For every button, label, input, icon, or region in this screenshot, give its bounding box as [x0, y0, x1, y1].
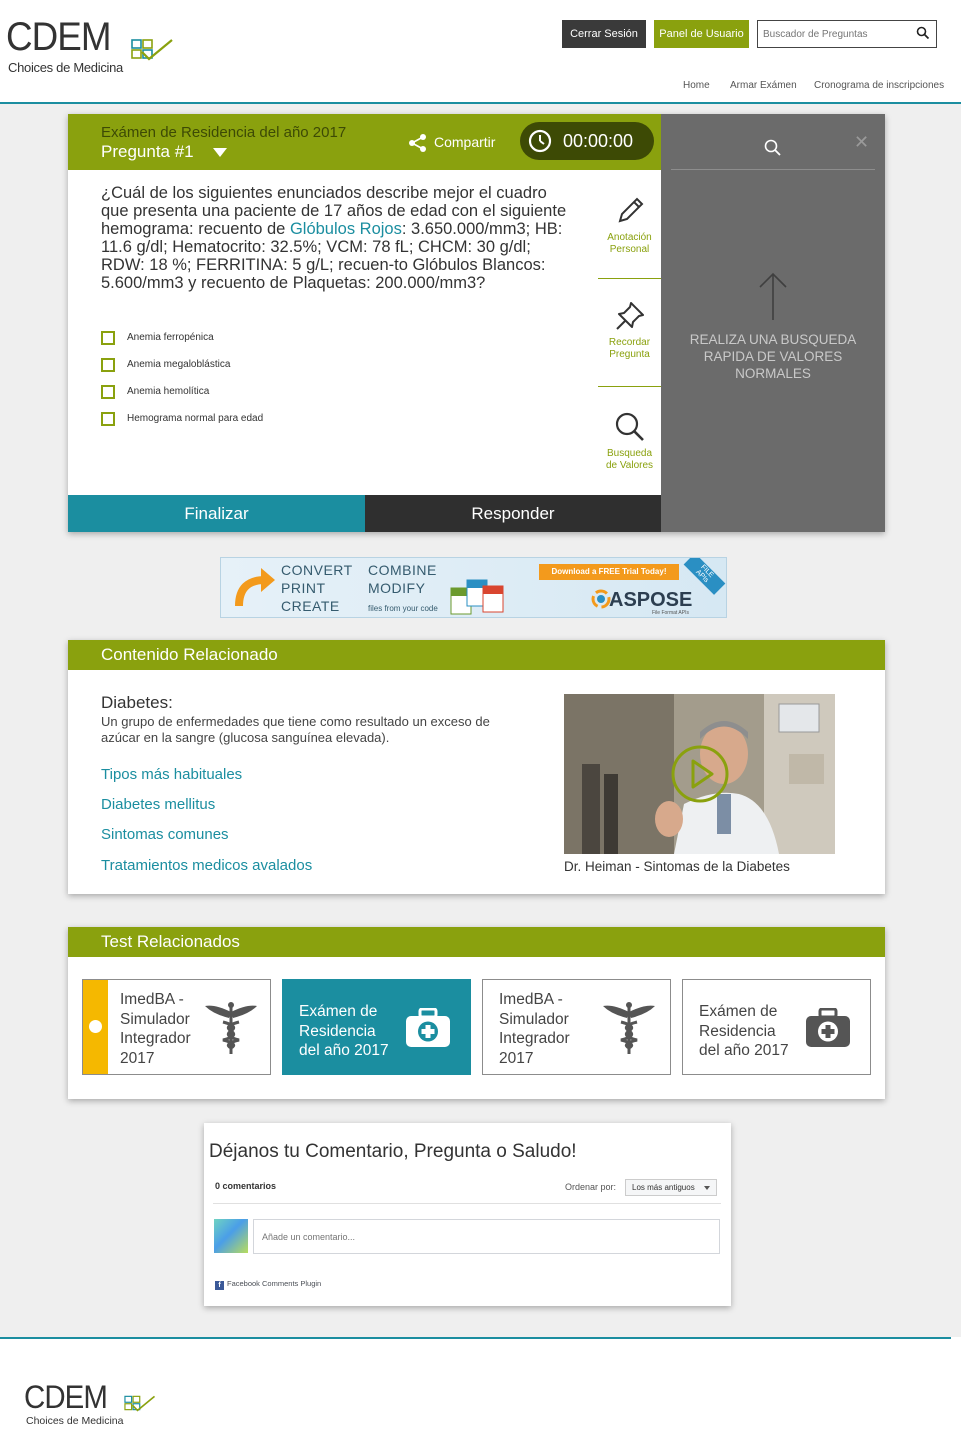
related-title: Diabetes:	[101, 693, 173, 712]
logo-check-icon	[124, 1395, 156, 1412]
site-logo[interactable]: CDEM Choices de Medicina	[6, 14, 176, 80]
ad-brand-sub: File Format APIs	[652, 610, 689, 616]
logo-check-icon	[131, 39, 173, 61]
video-caption: Dr. Heiman - Sintomas de la Diabetes	[564, 859, 790, 874]
ad-brand: ASPOSE	[609, 589, 693, 611]
site-header: CDEM Choices de Medicina Cerrar Sesión P…	[0, 0, 961, 104]
order-select[interactable]: Los más antiguos	[625, 1179, 717, 1196]
comments-section: Déjanos tu Comentario, Pregunta o Saludo…	[204, 1123, 731, 1306]
medical-kit-icon	[406, 1008, 450, 1047]
related-content-header: Contenido Relacionado	[68, 640, 885, 670]
close-icon[interactable]: ✕	[854, 132, 869, 153]
timer-value: 00:00:00	[563, 131, 634, 151]
related-link[interactable]: Tratamientos medicos avalados	[101, 857, 312, 874]
share-icon	[409, 134, 426, 152]
play-icon[interactable]	[670, 744, 730, 804]
chevron-down-icon[interactable]	[213, 148, 227, 157]
answer-checkbox[interactable]	[101, 385, 115, 399]
facebook-icon: f	[215, 1281, 224, 1290]
aspose-logo-icon	[591, 589, 611, 609]
magnifier-icon	[615, 412, 644, 441]
caduceus-icon	[603, 1002, 655, 1054]
answer-checkbox[interactable]	[101, 412, 115, 426]
value-search-button[interactable]: Busqueda de Valores	[598, 410, 661, 472]
related-link[interactable]: Tipos más habituales	[101, 766, 242, 783]
question-header: Exámen de Residencia del año 2017 Pregun…	[68, 114, 661, 170]
question-text: ¿Cuál de los siguientes enunciados descr…	[101, 184, 567, 292]
remember-question-button[interactable]: Recordar Pregunta	[598, 299, 661, 361]
test-tile[interactable]: Exámen de Residencia del año 2017	[682, 979, 871, 1075]
caduceus-icon	[205, 1002, 257, 1054]
logout-button[interactable]: Cerrar Sesión	[562, 20, 646, 48]
personal-note-button[interactable]: Anotación Personal	[598, 194, 661, 256]
finish-button[interactable]: Finalizar	[68, 495, 365, 532]
logo-subtitle: Choices de Medicina	[26, 1415, 124, 1427]
exam-title: Exámen de Residencia del año 2017	[101, 124, 347, 141]
search-icon[interactable]	[764, 139, 782, 157]
search-icon[interactable]	[916, 26, 930, 40]
clock-icon	[528, 129, 552, 153]
tool-divider	[598, 278, 661, 279]
ad-trial-label: Download a FREE Trial Today!	[539, 564, 679, 580]
quick-search-panel: ✕ REALIZA UNA BUSQUEDA RAPIDA DE VALORES…	[661, 114, 885, 532]
medical-kit-icon	[806, 1008, 850, 1047]
pencil-icon	[618, 197, 643, 223]
file-docs-icon	[450, 579, 504, 615]
nav-home[interactable]: Home	[683, 80, 710, 91]
test-tile[interactable]: ImedBA - Simulador Integrador 2017	[482, 979, 671, 1075]
related-link[interactable]: Sintomas comunes	[101, 826, 229, 843]
featured-strip	[83, 980, 108, 1074]
question-card: Exámen de Residencia del año 2017 Pregun…	[68, 114, 885, 532]
related-tests-card: Test Relacionados ImedBA - Simulador Integ…	[68, 927, 885, 1099]
logo-text: CDEM	[24, 1379, 108, 1415]
curved-arrow-icon	[235, 568, 275, 607]
star-icon	[89, 1020, 102, 1033]
arrow-up-icon	[759, 272, 787, 320]
question-number-selector[interactable]: Pregunta #1	[101, 142, 194, 162]
comment-input[interactable]	[254, 1220, 719, 1253]
answer-button[interactable]: Responder	[365, 495, 661, 532]
question-search	[757, 20, 937, 48]
avatar	[214, 1219, 248, 1253]
ad-banner[interactable]: CONVERT PRINT CREATE COMBINE MODIFY files fr…	[220, 557, 727, 618]
related-content-card: Contenido Relacionado Diabetes: Un grupo…	[68, 640, 885, 894]
test-tile-active[interactable]: Exámen de Residencia del año 2017	[282, 979, 471, 1075]
footer-logo[interactable]: CDEM Choices de Medicina	[24, 1379, 164, 1429]
video-player[interactable]	[564, 694, 835, 854]
share-label: Compartir	[434, 134, 496, 150]
tool-divider	[598, 386, 661, 387]
quick-search-message: REALIZA UNA BUSQUEDA RAPIDA DE VALORES N…	[689, 332, 857, 381]
highlighted-term[interactable]: Glóbulos Rojos	[290, 220, 402, 238]
site-footer: CDEM Choices de Medicina	[0, 1337, 951, 1441]
search-underline	[671, 169, 875, 170]
test-tile[interactable]: ImedBA - Simulador Integrador 2017	[82, 979, 271, 1075]
comment-box	[253, 1219, 720, 1254]
comments-count: 0 comentarios	[215, 1181, 277, 1191]
answer-checkbox[interactable]	[101, 358, 115, 372]
order-label: Ordenar por:	[565, 1182, 617, 1192]
comments-title: Déjanos tu Comentario, Pregunta o Saludo…	[209, 1141, 577, 1162]
related-link[interactable]: Diabetes mellitus	[101, 796, 215, 813]
logo-text: CDEM	[6, 15, 112, 59]
nav-cronograma[interactable]: Cronograma de inscripciones	[814, 80, 944, 91]
related-tests-header: Test Relacionados	[68, 927, 885, 957]
ad-col-2: COMBINE MODIFY files from your code	[368, 562, 438, 613]
answer-checkbox[interactable]	[101, 331, 115, 345]
related-description: Un grupo de enfermedades que tiene como …	[101, 714, 490, 745]
ad-col-1: CONVERT PRINT CREATE	[281, 562, 353, 614]
facebook-plugin-link[interactable]: f Facebook Comments Plugin	[215, 1279, 321, 1290]
nav-armar-examen[interactable]: Armar Exámen	[730, 80, 797, 91]
page-edge	[951, 1337, 961, 1441]
exam-timer: 00:00:00	[520, 122, 654, 160]
logo-subtitle: Choices de Medicina	[8, 60, 123, 75]
pushpin-icon	[615, 302, 644, 330]
comments-divider	[213, 1203, 721, 1204]
question-search-input[interactable]	[758, 21, 908, 47]
user-panel-button[interactable]: Panel de Usuario	[654, 20, 749, 48]
